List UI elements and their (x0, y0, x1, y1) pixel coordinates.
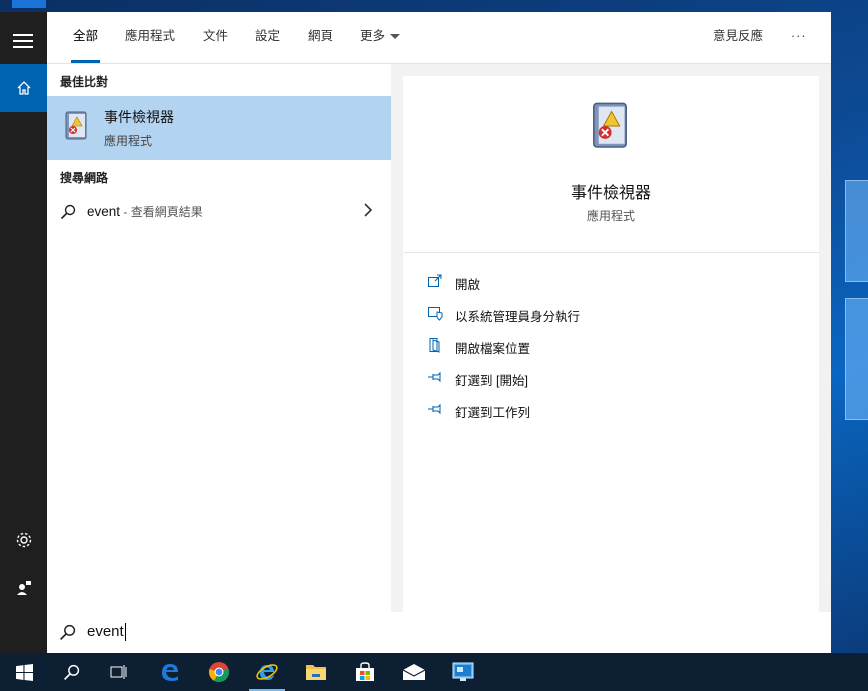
search-input[interactable]: event (87, 623, 124, 640)
best-match-heading: 最佳比對 (60, 75, 109, 89)
file-explorer-button[interactable] (292, 653, 340, 691)
remote-desktop-button[interactable] (439, 653, 487, 691)
user-feedback-icon (16, 581, 31, 595)
home-button[interactable] (0, 64, 47, 112)
filter-tabs: 全部 應用程式 文件 設定 網頁 更多 意見反應 ··· (47, 12, 831, 64)
pin-icon (428, 403, 441, 415)
pin-icon (428, 371, 441, 383)
web-search-hint: - 查看網頁結果 (120, 205, 203, 219)
store-bag-icon (356, 662, 374, 681)
web-search-item[interactable]: event - 查看網頁結果 (47, 195, 391, 227)
action-label: 釘選到 [開始] (455, 374, 528, 388)
best-match-title: 事件檢視器 (104, 109, 174, 125)
start-button[interactable] (0, 653, 48, 691)
action-label: 釘選到工作列 (455, 406, 531, 420)
best-match-item[interactable]: 事件檢視器 應用程式 (47, 96, 391, 160)
folder-icon (306, 665, 326, 680)
mail-icon (402, 664, 426, 680)
search-panel: 全部 應用程式 文件 設定 網頁 更多 意見反應 ··· 最佳比對 事件檢視器 (47, 12, 831, 653)
wallpaper-pane (845, 180, 868, 282)
desktop-strip (12, 0, 46, 8)
internet-explorer-icon (256, 664, 278, 680)
search-icon (63, 664, 79, 680)
wallpaper-pane (845, 298, 868, 420)
feedback-button[interactable]: 意見反應 (713, 12, 763, 63)
mail-button[interactable] (390, 653, 438, 691)
tab-settings[interactable]: 設定 (255, 12, 280, 63)
remote-desktop-icon (452, 662, 474, 681)
action-label: 開啟檔案位置 (455, 342, 531, 356)
hamburger-menu-icon[interactable] (13, 34, 33, 52)
task-view-icon (110, 665, 127, 679)
text-cursor (124, 623, 126, 642)
search-box[interactable]: event (47, 612, 831, 653)
user-button[interactable] (0, 568, 47, 608)
folder-location-icon (429, 338, 440, 353)
preview-subtitle: 應用程式 (586, 209, 635, 223)
tab-web[interactable]: 網頁 (308, 12, 333, 63)
results-list: 最佳比對 事件檢視器 應用程式 搜尋網路 event - 查看網頁結果 (47, 64, 391, 612)
open-icon (428, 274, 442, 287)
chevron-right-icon (364, 203, 373, 217)
edge-icon (162, 664, 178, 681)
chrome-browser-button[interactable] (195, 653, 243, 691)
search-icon (60, 204, 76, 220)
home-icon (17, 81, 30, 95)
chrome-icon (209, 662, 229, 683)
preview-header: 事件檢視器 應用程式 (403, 76, 819, 253)
settings-button[interactable] (0, 520, 47, 560)
taskbar-search-button[interactable] (47, 653, 95, 691)
store-button[interactable] (341, 653, 389, 691)
task-view-button[interactable] (95, 653, 143, 691)
internet-explorer-button[interactable] (243, 653, 291, 691)
taskbar (0, 653, 868, 691)
tab-all[interactable]: 全部 (70, 12, 101, 63)
tab-more[interactable]: 更多 (360, 12, 401, 63)
preview-pane: 事件檢視器 應用程式 開啟 以系統管理員身分執行 開啟檔案位置 釘選到 [開始] (403, 76, 819, 612)
action-label: 開啟 (455, 278, 481, 292)
start-menu: 全部 應用程式 文件 設定 網頁 更多 意見反應 ··· 最佳比對 事件檢視器 (0, 12, 831, 653)
web-search-heading: 搜尋網路 (60, 171, 109, 185)
chevron-down-icon (390, 34, 401, 40)
start-rail (0, 12, 47, 653)
event-viewer-icon (65, 111, 87, 140)
event-viewer-icon (593, 102, 627, 148)
windows-logo-icon (15, 663, 33, 681)
shield-icon (428, 307, 443, 321)
tab-documents[interactable]: 文件 (203, 12, 228, 63)
more-options-button[interactable]: ··· (791, 12, 807, 63)
action-label: 以系統管理員身分執行 (455, 310, 581, 324)
preview-title: 事件檢視器 (570, 185, 651, 202)
gear-icon (16, 532, 31, 548)
web-search-term: event (87, 204, 121, 219)
edge-browser-button[interactable] (146, 653, 194, 691)
tab-apps[interactable]: 應用程式 (125, 12, 175, 63)
best-match-subtitle: 應用程式 (104, 134, 153, 148)
search-icon (59, 624, 76, 641)
